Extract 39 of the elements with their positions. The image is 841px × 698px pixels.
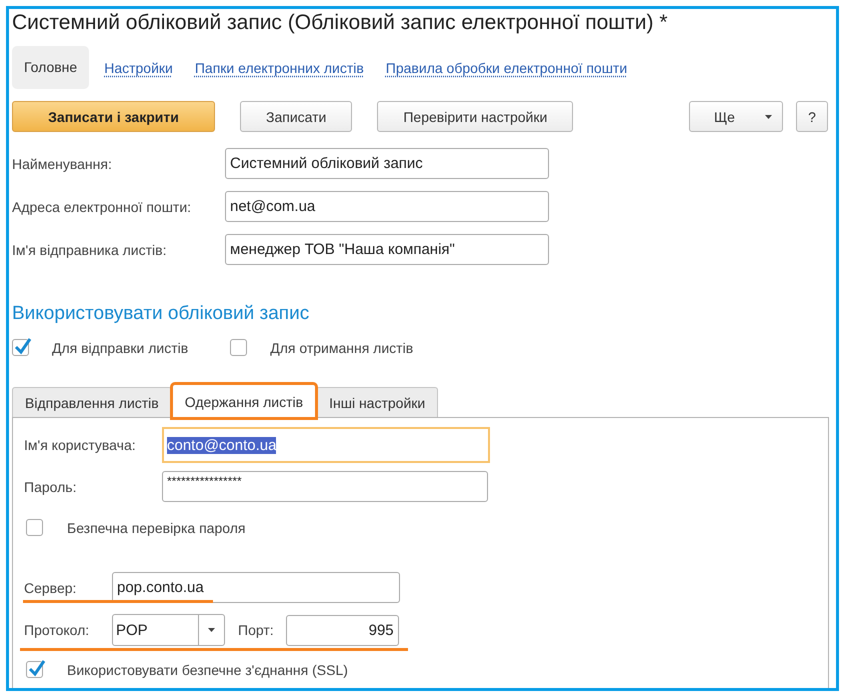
field-label: Сервер: bbox=[24, 580, 78, 596]
checkbox[interactable] bbox=[26, 519, 43, 536]
checkbox[interactable] bbox=[230, 339, 248, 356]
field-label: Адреса електронної пошти: bbox=[12, 198, 192, 214]
checkbox-label: Безпечна перевірка пароля bbox=[67, 520, 246, 536]
toolbar-button[interactable]: Записати bbox=[240, 101, 352, 132]
tab[interactable]: Одержання листів bbox=[172, 384, 316, 418]
section-heading: Використовувати обліковий запис bbox=[12, 303, 310, 325]
section-tab[interactable]: Головне bbox=[12, 46, 90, 89]
field-label: Пароль: bbox=[24, 478, 78, 494]
checkbox[interactable] bbox=[12, 339, 29, 356]
checkbox-label: Для відправки листів bbox=[52, 340, 188, 356]
field-label: Порт: bbox=[238, 622, 274, 638]
checkbox-label: Використовувати безпечне з'єднання (SSL) bbox=[67, 662, 348, 678]
input-field[interactable]: Системний обліковий запис bbox=[225, 148, 549, 179]
save-close-button[interactable]: Записати і закрити bbox=[12, 101, 215, 132]
field-label: Протокол: bbox=[24, 622, 90, 638]
caret-icon bbox=[208, 628, 215, 632]
caret-icon bbox=[765, 114, 772, 118]
section-link[interactable]: Папки електронних листів bbox=[188, 46, 371, 88]
section-link[interactable]: Правила обробки електронної пошти bbox=[378, 46, 634, 88]
field-label: Найменування: bbox=[12, 156, 113, 172]
field-label: Ім'я відправника листів: bbox=[12, 242, 168, 258]
toolbar-button[interactable]: Перевірити настройки bbox=[377, 101, 574, 132]
section-link[interactable]: Настройки bbox=[97, 46, 180, 88]
password-field[interactable]: **************** bbox=[162, 471, 488, 502]
input-field[interactable]: conto@conto.ua bbox=[162, 427, 490, 463]
protocol-dropdown[interactable]: POP bbox=[112, 614, 225, 646]
window-title: Системний обліковий запис (Обліковий запис електронної пошти) * bbox=[12, 11, 669, 35]
help-button[interactable]: ? bbox=[796, 101, 828, 132]
tab[interactable]: Інші настройки bbox=[316, 387, 438, 417]
input-field[interactable]: менеджер ТОВ "Наша компанія" bbox=[225, 234, 549, 265]
field-label: Ім'я користувача: bbox=[24, 437, 137, 453]
input-field[interactable]: net@com.ua bbox=[225, 191, 549, 222]
more-button[interactable]: Ще bbox=[689, 101, 783, 132]
checkbox-label: Для отримання листів bbox=[270, 340, 414, 356]
tab[interactable]: Відправлення листів bbox=[12, 387, 172, 417]
port-field[interactable]: 995 bbox=[286, 614, 399, 646]
checkbox[interactable] bbox=[26, 661, 43, 678]
